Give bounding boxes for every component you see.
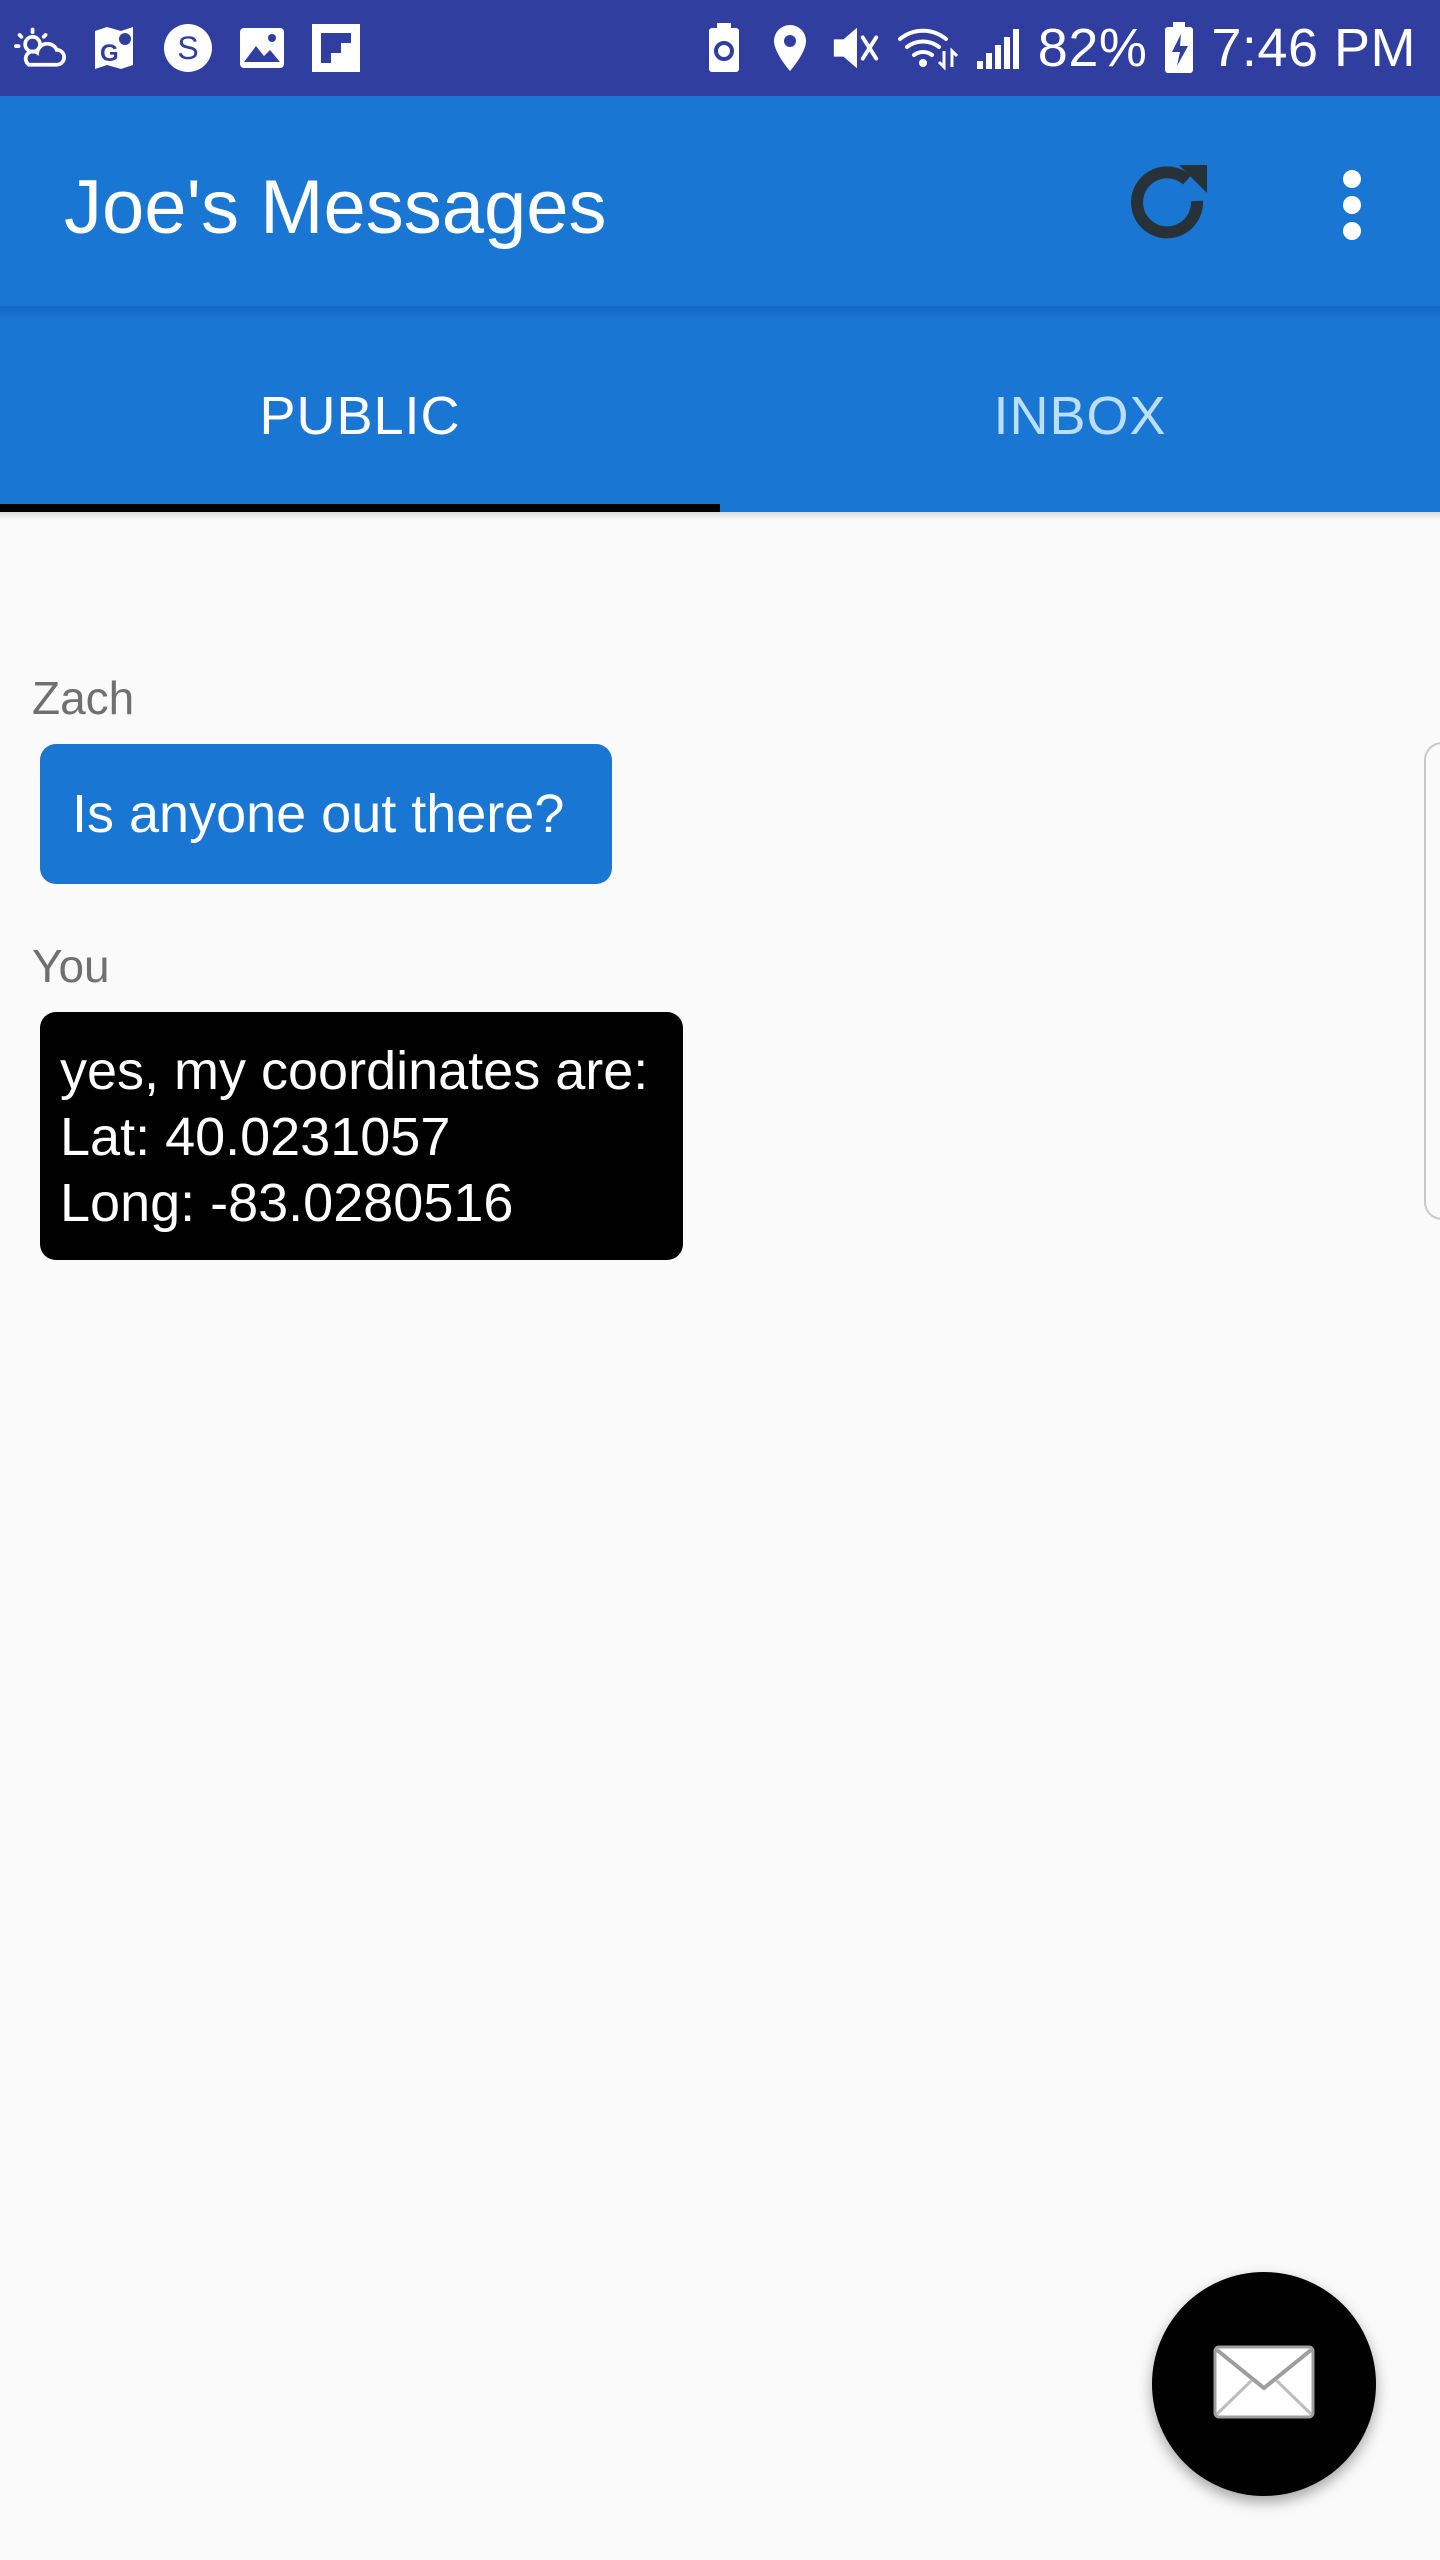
- flipboard-icon: [310, 22, 362, 74]
- message-text-line: yes, my coordinates are:: [60, 1041, 649, 1101]
- message-bubble[interactable]: Is anyone out there?: [40, 744, 612, 884]
- message-text-line: Lat: 40.0231057: [60, 1107, 451, 1167]
- gallery-icon: [236, 22, 288, 74]
- tab-bar: PUBLIC INBOX: [0, 320, 1440, 512]
- message-sender: You: [32, 940, 110, 992]
- s-app-icon: S: [162, 22, 214, 74]
- message-text: Is anyone out there?: [72, 784, 565, 844]
- battery-charging-icon: [1161, 22, 1197, 74]
- mute-icon: [830, 22, 882, 74]
- compose-message-button[interactable]: [1152, 2272, 1376, 2496]
- message-sender: Zach: [32, 672, 135, 724]
- tab-label: INBOX: [993, 386, 1167, 446]
- svg-text:G: G: [100, 40, 119, 67]
- notification-icons: G S: [14, 20, 362, 76]
- app-title: Joe's Messages: [64, 165, 607, 250]
- edge-panel-handle[interactable]: [1424, 742, 1440, 1220]
- tab-label: PUBLIC: [259, 386, 461, 446]
- clock: 7:46 PM: [1211, 18, 1416, 78]
- recycle-battery-icon: [698, 22, 750, 74]
- system-icons: 82% 7:46 PM: [698, 16, 1416, 80]
- weather-icon: [14, 22, 66, 74]
- refresh-button[interactable]: [1114, 152, 1224, 262]
- maps-icon: G: [88, 22, 140, 74]
- location-icon: [764, 22, 816, 74]
- active-tab-indicator: [0, 504, 720, 512]
- tab-bar-shadow: [0, 512, 1440, 520]
- overflow-menu-button[interactable]: [1310, 152, 1394, 262]
- tab-inbox[interactable]: INBOX: [720, 320, 1440, 512]
- svg-text:S: S: [177, 30, 198, 66]
- tab-public[interactable]: PUBLIC: [0, 320, 720, 512]
- overflow-menu-icon: [1340, 169, 1364, 246]
- message-bubble[interactable]: yes, my coordinates are: Lat: 40.0231057…: [40, 1012, 683, 1260]
- message-text-line: Long: -83.0280516: [60, 1173, 514, 1233]
- status-bar: G S 82% 7:46 PM: [0, 0, 1440, 96]
- battery-percent: 82%: [1037, 18, 1148, 78]
- app-bar-divider: [0, 306, 1440, 320]
- signal-icon: [972, 22, 1024, 74]
- refresh-icon: [1121, 157, 1217, 258]
- app-bar: Joe's Messages: [0, 96, 1440, 320]
- envelope-icon: [1212, 2344, 1316, 2425]
- wifi-icon: [896, 22, 958, 74]
